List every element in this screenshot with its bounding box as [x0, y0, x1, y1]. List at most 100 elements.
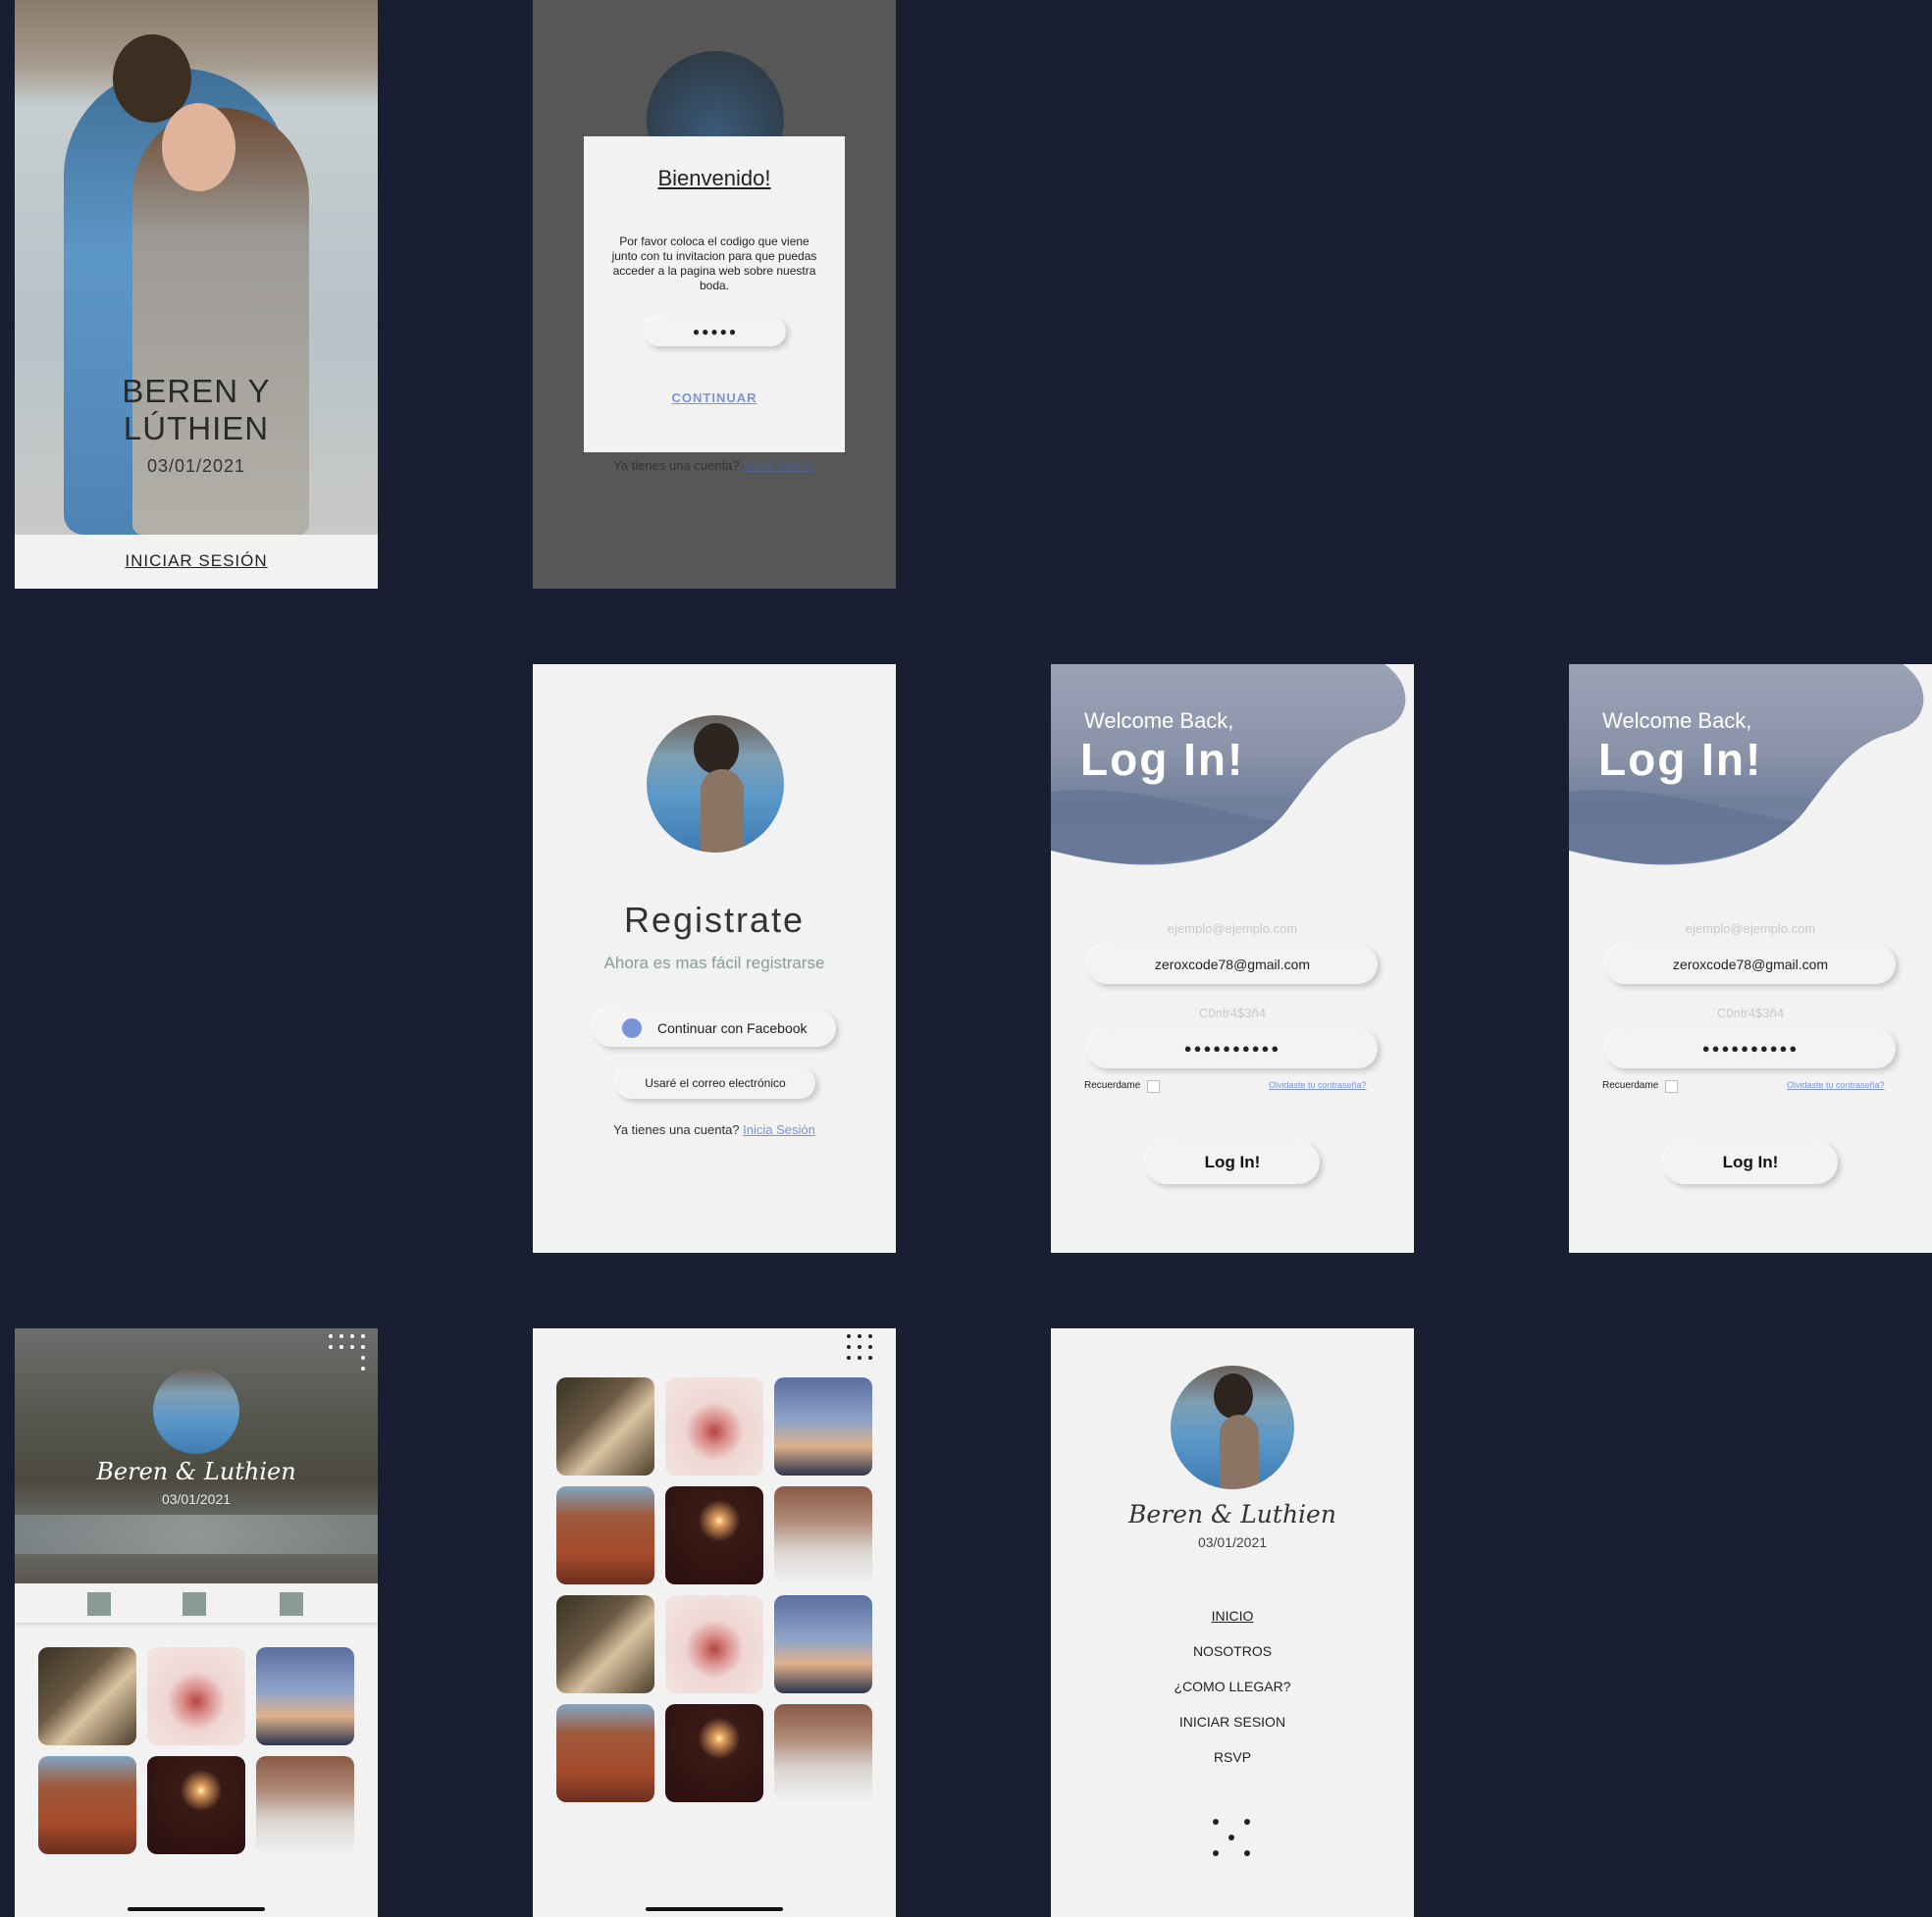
gallery-tile-couple-kiss[interactable] — [556, 1595, 654, 1693]
signin-footer: Ya tienes una cuenta? Inicia Sesión — [533, 458, 896, 473]
email-field-label: ejemplo@ejemplo.com — [1167, 921, 1298, 936]
login-button[interactable]: Log In! — [1145, 1141, 1320, 1184]
dot — [361, 1356, 365, 1360]
signin-prompt: Ya tienes una cuenta? — [613, 458, 740, 473]
couple-names: Beren & Luthien — [96, 1458, 296, 1485]
splash-date: 03/01/2021 — [146, 456, 246, 476]
dot — [339, 1334, 343, 1338]
password-input[interactable]: ●●●●●●●●●● — [1087, 1029, 1378, 1068]
wedding-date: 03/01/2021 — [1197, 1534, 1268, 1550]
nav-item-iniciar-sesion[interactable]: INICIAR SESION — [1051, 1714, 1414, 1749]
dot — [858, 1356, 862, 1360]
welcome-back-label: Welcome Back, — [1602, 708, 1752, 733]
remember-me-checkbox[interactable] — [1147, 1080, 1160, 1093]
tab-bar — [15, 1583, 378, 1623]
gallery-tile-couple-kiss[interactable] — [556, 1377, 654, 1476]
couple-avatar — [647, 715, 784, 853]
dot — [329, 1334, 333, 1338]
menu-dots-icon[interactable] — [329, 1334, 374, 1379]
tab-icon-3[interactable] — [280, 1592, 303, 1616]
register-screen: Registrate Ahora es mas fácil registrars… — [533, 664, 896, 1253]
gallery-tile-window-arch[interactable] — [774, 1486, 872, 1584]
gallery-tile-couple-silhouette[interactable] — [774, 1595, 872, 1693]
login-button[interactable]: Log In! — [1663, 1141, 1838, 1184]
facebook-icon — [622, 1018, 642, 1038]
dot — [858, 1334, 862, 1338]
splash-screen: BEREN Y LÚTHIEN 03/01/2021 INICIAR SESIÓ… — [15, 0, 378, 589]
gallery-tile-flower-centerpiece[interactable] — [147, 1647, 245, 1745]
gallery-tile-brick-building[interactable] — [38, 1756, 136, 1854]
signin-link[interactable]: Inicia Sesión — [743, 458, 815, 473]
dot — [361, 1345, 365, 1349]
login-screen-copy: Welcome Back, Log In! ejemplo@ejemplo.co… — [1569, 664, 1932, 1253]
dot — [350, 1345, 354, 1349]
signin-prompt: Ya tienes una cuenta? — [613, 1122, 740, 1137]
signin-link[interactable]: Inicia Sesión — [743, 1122, 815, 1137]
home-screen: Beren & Luthien 03/01/2021 — [15, 1328, 378, 1917]
couple-names-title: BEREN Y LÚTHIEN — [122, 373, 271, 446]
gallery-tile-candle-cake[interactable] — [665, 1486, 763, 1584]
nav-item-rsvp[interactable]: RSVP — [1051, 1749, 1414, 1785]
forgot-password-link[interactable]: Olvidaste tu contraseña? — [1269, 1080, 1367, 1090]
nav-item-como-llegar[interactable]: ¿COMO LLEGAR? — [1051, 1679, 1414, 1714]
gallery-tile-candle-cake[interactable] — [665, 1704, 763, 1802]
dialog-message: Por favor coloca el codigo que viene jun… — [611, 234, 817, 292]
dot — [847, 1356, 851, 1360]
register-title: Registrate — [623, 900, 806, 940]
menu-screen: Beren & Luthien 03/01/2021 INICIO NOSOTR… — [1051, 1328, 1414, 1917]
login-link[interactable]: INICIAR SESIÓN — [98, 551, 294, 571]
couple-avatar — [153, 1368, 239, 1454]
nav-item-inicio[interactable]: INICIO — [1051, 1608, 1414, 1643]
signin-footer: Ya tienes una cuenta? Inicia Sesión — [533, 1122, 896, 1137]
tab-icon-1[interactable] — [87, 1592, 111, 1616]
gallery-tile-couple-kiss[interactable] — [38, 1647, 136, 1745]
dot — [329, 1345, 333, 1349]
dialog-title: Bienvenido! — [657, 166, 771, 190]
wedding-date: 03/01/2021 — [161, 1491, 232, 1507]
gallery-tile-window-arch[interactable] — [256, 1756, 354, 1854]
email-input[interactable]: zeroxcode78@gmail.com — [1087, 945, 1378, 984]
gallery-tile-flower-centerpiece[interactable] — [665, 1595, 763, 1693]
welcome-dialog: Bienvenido! Por favor coloca el codigo q… — [584, 136, 845, 452]
facebook-button[interactable]: Continuar con Facebook — [593, 1010, 836, 1047]
dot — [847, 1345, 851, 1349]
couple-avatar — [1171, 1366, 1294, 1489]
gallery-tile-couple-silhouette[interactable] — [774, 1377, 872, 1476]
invitation-code-input[interactable]: ●●●●● — [645, 317, 786, 346]
menu-dots-icon[interactable] — [847, 1334, 892, 1379]
remember-me-label: Recuerdame — [1084, 1080, 1141, 1091]
dot — [361, 1367, 365, 1371]
couple-hero-photo — [15, 0, 378, 535]
continue-button[interactable]: CONTINUAR — [584, 390, 845, 405]
nav-item-nosotros[interactable]: NOSOTROS — [1051, 1643, 1414, 1679]
gallery-grid — [556, 1377, 872, 1809]
dot — [858, 1345, 862, 1349]
gallery-tile-brick-building[interactable] — [556, 1486, 654, 1584]
gallery-tile-window-arch[interactable] — [774, 1704, 872, 1802]
forgot-password-link[interactable]: Olvidaste tu contraseña? — [1787, 1080, 1885, 1090]
photo-grid — [38, 1647, 354, 1854]
home-indicator — [128, 1907, 265, 1911]
nav-menu: INICIO NOSOTROS ¿COMO LLEGAR? INICIAR SE… — [1051, 1608, 1414, 1785]
gallery-tile-flower-centerpiece[interactable] — [665, 1377, 763, 1476]
home-indicator — [646, 1907, 783, 1911]
dot — [868, 1334, 872, 1338]
dice-dots-icon[interactable] — [1213, 1819, 1252, 1858]
gallery-tile-candle-cake[interactable] — [147, 1756, 245, 1854]
password-input[interactable]: ●●●●●●●●●● — [1605, 1029, 1896, 1068]
welcome-back-label: Welcome Back, — [1084, 708, 1234, 733]
tab-icon-2[interactable] — [183, 1592, 206, 1616]
login-screen: Welcome Back, Log In! ejemplo@ejemplo.co… — [1051, 664, 1414, 1253]
email-signup-button[interactable]: Usaré el correo electrónico — [615, 1067, 815, 1099]
login-title: Log In! — [1080, 734, 1245, 785]
couple-names: Beren & Luthien — [1128, 1500, 1336, 1528]
gallery-tile-couple-silhouette[interactable] — [256, 1647, 354, 1745]
dot — [350, 1334, 354, 1338]
dot — [339, 1345, 343, 1349]
gallery-tile-brick-building[interactable] — [556, 1704, 654, 1802]
email-input[interactable]: zeroxcode78@gmail.com — [1605, 945, 1896, 984]
remember-me-checkbox[interactable] — [1665, 1080, 1678, 1093]
login-title: Log In! — [1598, 734, 1763, 785]
password-field-label: C0ntr4$3ñ4 — [1717, 1006, 1784, 1020]
dot — [868, 1356, 872, 1360]
